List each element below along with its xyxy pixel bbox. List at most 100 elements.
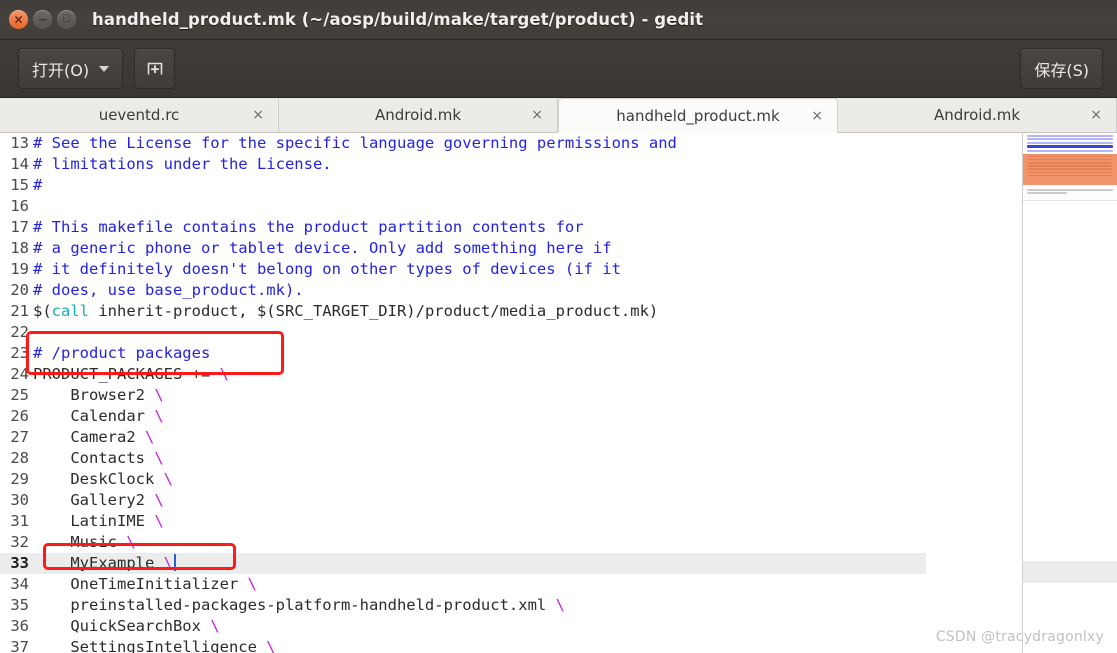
code-token: $( <box>33 302 52 320</box>
right-pane[interactable] <box>1023 133 1117 653</box>
code-line[interactable]: 22 <box>0 322 1022 343</box>
code-line[interactable]: 18 # a generic phone or tablet device. On… <box>0 238 1022 259</box>
code-token: \ <box>163 470 173 488</box>
line-number: 26 <box>10 407 29 425</box>
tab-close-icon[interactable]: × <box>1090 108 1102 122</box>
code-token: \ <box>163 554 173 572</box>
code-line[interactable]: 29 DeskClock \ <box>0 469 1022 490</box>
code-line[interactable]: 17 # This makefile contains the product p… <box>0 217 1022 238</box>
chevron-down-icon <box>99 65 110 72</box>
close-window-button[interactable]: × <box>9 10 28 29</box>
tab-3[interactable]: Android.mk × <box>838 98 1117 132</box>
code-line-text: Music \ <box>33 532 1022 553</box>
toolbar-left-group: 打开(O) <box>18 48 176 89</box>
code-token: LatinIME <box>33 512 155 530</box>
tab-label: Android.mk <box>374 106 462 124</box>
minimap-line <box>1028 158 1112 161</box>
line-number: 28 <box>10 449 29 467</box>
code-line-text: DeskClock \ <box>33 469 1022 490</box>
code-token: SettingsIntelligence <box>33 638 267 653</box>
tab-1[interactable]: Android.mk × <box>279 98 558 132</box>
code-token: Browser2 <box>33 386 155 404</box>
code-token: Music <box>33 533 127 551</box>
code-line-text: # <box>33 175 1022 196</box>
line-number: 27 <box>10 428 29 446</box>
tab-label: ueventd.rc <box>98 106 180 124</box>
code-line[interactable]: 36 QuickSearchBox \ <box>0 616 1022 637</box>
maximize-window-button[interactable]: □ <box>57 10 76 29</box>
code-line[interactable]: 33 MyExample \ <box>0 553 1022 574</box>
editor-right-padding <box>926 133 1022 653</box>
code-line-text: Gallery2 \ <box>33 490 1022 511</box>
document-minimap[interactable] <box>1023 133 1117 201</box>
code-line-text: LatinIME \ <box>33 511 1022 532</box>
right-pane-strip <box>1023 561 1117 583</box>
line-number: 14 <box>10 155 29 173</box>
code-line[interactable]: 37 SettingsIntelligence \ <box>0 637 1022 653</box>
code-line[interactable]: 35 preinstalled-packages-platform-handhe… <box>0 595 1022 616</box>
code-token: call <box>51 302 89 320</box>
code-line[interactable]: 27 Camera2 \ <box>0 427 1022 448</box>
code-line[interactable]: 19 # it definitely doesn't belong on othe… <box>0 259 1022 280</box>
new-document-icon <box>147 62 162 74</box>
minimap-line <box>1028 171 1112 174</box>
code-line[interactable]: 24 PRODUCT_PACKAGES += \ <box>0 364 1022 385</box>
code-line-text: preinstalled-packages-platform-handheld-… <box>33 595 1022 616</box>
tab-bar: ueventd.rc × Android.mk × handheld_product.m… <box>0 98 1117 133</box>
line-number: 22 <box>10 323 29 341</box>
tab-2[interactable]: handheld_product.mk × <box>558 98 838 133</box>
open-file-button[interactable]: 打开(O) <box>18 48 124 89</box>
close-icon: × <box>13 12 24 26</box>
minimize-window-button[interactable]: − <box>33 10 52 29</box>
code-line[interactable]: 26 Calendar \ <box>0 406 1022 427</box>
new-tab-button[interactable] <box>134 48 176 89</box>
code-line[interactable]: 15 # <box>0 175 1022 196</box>
code-line[interactable]: 34 OneTimeInitializer \ <box>0 574 1022 595</box>
code-line[interactable]: 32 Music \ <box>0 532 1022 553</box>
code-line-text: OneTimeInitializer \ <box>33 574 1022 595</box>
code-line[interactable]: 28 Contacts \ <box>0 448 1022 469</box>
code-line[interactable]: 31 LatinIME \ <box>0 511 1022 532</box>
line-number: 32 <box>10 533 29 551</box>
code-line[interactable]: 20 # does, use base_product.mk). <box>0 280 1022 301</box>
minimap-viewport-highlight[interactable] <box>1023 154 1117 185</box>
tab-close-icon[interactable]: × <box>531 108 543 122</box>
code-line-text: MyExample \ <box>33 553 1022 574</box>
line-number: 37 <box>10 638 29 653</box>
line-number: 24 <box>10 365 29 383</box>
line-number: 13 <box>10 134 29 152</box>
code-editor[interactable]: 13 # See the License for the specific lan… <box>0 133 1022 653</box>
tab-0[interactable]: ueventd.rc × <box>0 98 279 132</box>
code-line[interactable]: 21 $(call inherit-product, $(SRC_TARGET_D… <box>0 301 1022 322</box>
tab-close-icon[interactable]: × <box>811 109 823 123</box>
line-number: 21 <box>10 302 29 320</box>
code-line-text: QuickSearchBox \ <box>33 616 1022 637</box>
save-button[interactable]: 保存(S) <box>1020 48 1103 89</box>
code-line[interactable]: 16 <box>0 196 1022 217</box>
code-token: Contacts <box>33 449 155 467</box>
code-token: \ <box>154 512 164 530</box>
minimap-line <box>1028 165 1112 167</box>
line-number: 20 <box>10 281 29 299</box>
code-line-text: Calendar \ <box>33 406 1022 427</box>
minimap-line <box>1027 192 1067 195</box>
code-line[interactable]: 23 # /product packages <box>0 343 1022 364</box>
code-line[interactable]: 13 # See the License for the specific lan… <box>0 133 1022 154</box>
code-token: \ <box>210 617 220 635</box>
code-token: inherit-product, $(SRC_TARGET_DIR)/produ… <box>89 302 659 320</box>
code-token: QuickSearchBox <box>33 617 211 635</box>
code-token: \ <box>144 428 155 446</box>
code-token: \ <box>154 449 164 467</box>
code-line[interactable]: 25 Browser2 \ <box>0 385 1022 406</box>
code-line[interactable]: 30 Gallery2 \ <box>0 490 1022 511</box>
code-token: preinstalled-packages-platform-handheld-… <box>33 596 556 614</box>
code-line[interactable]: 14 # limitations under the License. <box>0 154 1022 175</box>
text-cursor <box>174 554 176 571</box>
tab-close-icon[interactable]: × <box>252 108 264 122</box>
code-token: # /product packages <box>33 344 211 362</box>
code-token: # This makefile contains the product par… <box>33 218 584 236</box>
minimap-line-emphasis <box>1027 145 1113 149</box>
line-number: 17 <box>10 218 29 236</box>
